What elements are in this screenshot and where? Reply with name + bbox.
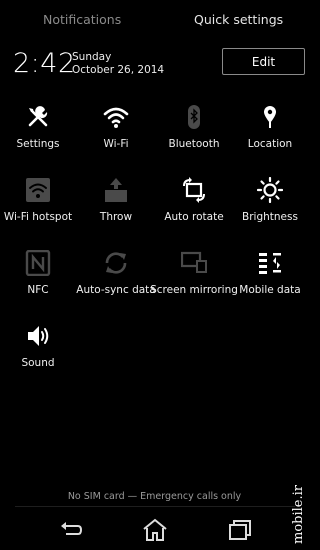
- home-button[interactable]: [140, 517, 170, 543]
- tile-label: Mobile data: [239, 284, 301, 296]
- watermark-text: mobile.ir: [290, 484, 306, 544]
- navigation-bar: [0, 511, 309, 550]
- bluetooth-icon: [181, 104, 207, 130]
- wrench-screwdriver-icon: [25, 104, 51, 130]
- tab-quick-settings[interactable]: Quick settings: [194, 12, 283, 27]
- tile-label: Sound: [21, 357, 55, 369]
- sim-status-text: No SIM card — Emergency calls only: [67, 491, 242, 502]
- tile-wifi[interactable]: Wi-Fi: [78, 104, 154, 164]
- tab-bar: Notifications Quick settings: [0, 0, 309, 40]
- tile-label: Location: [247, 138, 293, 150]
- tile-brightness[interactable]: Brightness: [232, 177, 308, 237]
- tile-sound[interactable]: Sound: [0, 323, 76, 383]
- location-pin-icon: [257, 104, 283, 130]
- tile-auto-sync[interactable]: Auto-sync data: [76, 250, 156, 310]
- throw-icon: [103, 177, 129, 203]
- date-display: Sunday October 26, 2014: [72, 51, 164, 77]
- divider: [15, 506, 295, 507]
- tile-bluetooth[interactable]: Bluetooth: [156, 104, 232, 164]
- auto-rotate-icon: [181, 177, 207, 203]
- clock-time: 2:42: [13, 48, 76, 79]
- wifi-icon: [103, 104, 129, 130]
- brightness-icon: [257, 177, 283, 203]
- tile-screen-mirroring[interactable]: Screen mirroring: [150, 250, 238, 310]
- tile-settings[interactable]: Settings: [0, 104, 76, 164]
- screen-mirroring-icon: [181, 250, 207, 276]
- watermark-logo: mobile.ir: [286, 480, 310, 548]
- tile-throw[interactable]: Throw: [78, 177, 154, 237]
- tile-auto-rotate[interactable]: Auto rotate: [156, 177, 232, 237]
- tab-notifications[interactable]: Notifications: [43, 12, 121, 27]
- sync-icon: [103, 250, 129, 276]
- tile-mobile-data[interactable]: Mobile data: [232, 250, 308, 310]
- edit-button[interactable]: Edit: [222, 48, 305, 75]
- recent-apps-button[interactable]: [225, 517, 255, 543]
- wifi-hotspot-icon: [25, 177, 51, 203]
- tile-label: Brightness: [242, 211, 298, 223]
- back-button[interactable]: [56, 517, 86, 543]
- date-label: October 26, 2014: [72, 64, 165, 76]
- tile-nfc[interactable]: NFC: [0, 250, 76, 310]
- day-label: Sunday: [72, 51, 112, 63]
- mobile-data-icon: [257, 250, 283, 276]
- tile-wifi-hotspot[interactable]: Wi-Fi hotspot: [0, 177, 76, 237]
- nfc-icon: [25, 250, 51, 276]
- tile-location[interactable]: Location: [232, 104, 308, 164]
- speaker-icon: [25, 323, 51, 349]
